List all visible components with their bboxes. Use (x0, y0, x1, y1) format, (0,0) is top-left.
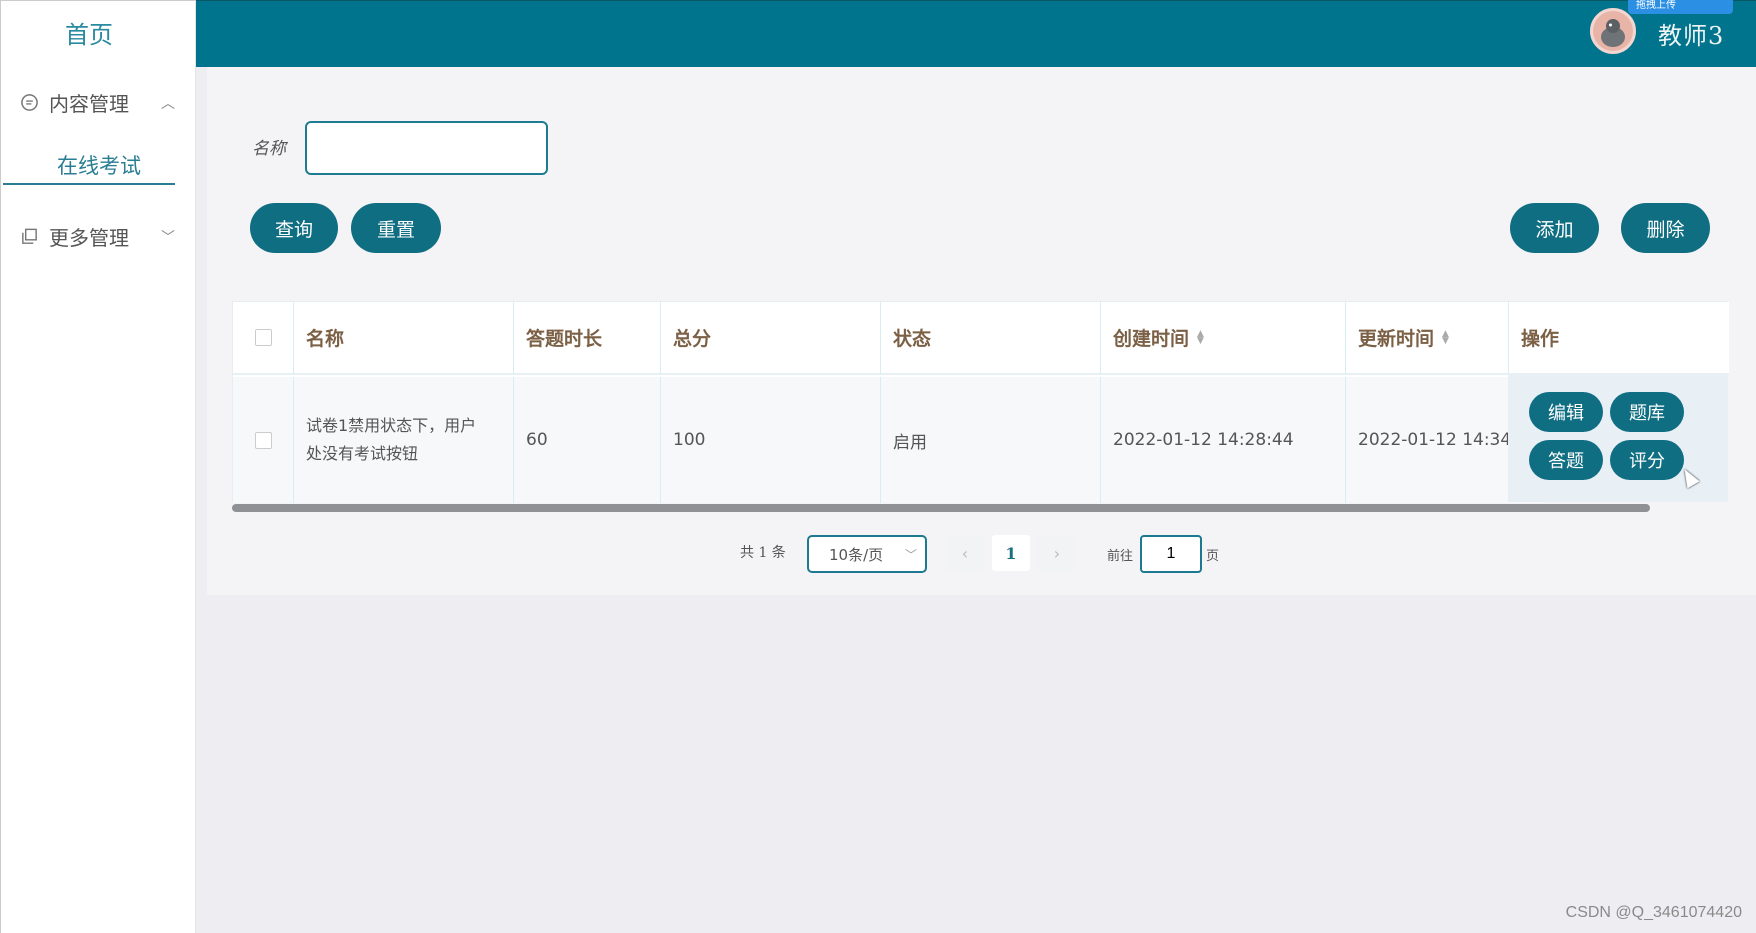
username[interactable]: 教师3 (1658, 16, 1724, 51)
edit-button[interactable]: 编辑 (1529, 392, 1603, 432)
upload-tag[interactable]: 拖拽上传 (1628, 0, 1733, 14)
top-header (196, 0, 1756, 67)
table-cell-name: 试卷1禁用状态下，用户 处没有考试按钮 (294, 377, 514, 503)
goto-label: 前往 (1107, 549, 1134, 564)
name-line-2: 处没有考试按钮 (306, 444, 419, 463)
prev-page-button[interactable]: ‹ (946, 535, 984, 571)
menu-more-management[interactable]: 更多管理 ﹀ (19, 221, 179, 251)
question-bank-button[interactable]: 题库 (1610, 392, 1684, 432)
column-header-label: 创建时间 (1113, 328, 1190, 350)
column-header-duration: 答题时长 (514, 302, 661, 375)
select-all-cell (233, 302, 294, 375)
name-search-input[interactable] (305, 121, 548, 175)
sidebar: 首页 内容管理 ︿ 在线考试 更多管理 ﹀ (0, 0, 196, 933)
sort-icon[interactable]: ▲ ▼ (1197, 329, 1204, 345)
column-header-label: 更新时间 (1358, 328, 1435, 350)
next-page-button[interactable]: › (1038, 535, 1076, 571)
avatar[interactable] (1590, 8, 1636, 54)
sort-icon[interactable]: ▲ ▼ (1442, 329, 1449, 345)
menu-label: 更多管理 (49, 225, 129, 250)
reset-button[interactable]: 重置 (351, 203, 441, 253)
column-header-created[interactable]: 创建时间 ▲ ▼ (1101, 302, 1346, 375)
exam-table: 名称 答题时长 总分 状态 创建时间 ▲ ▼ 更新时间 ▲ ▼ 操作 试卷1禁用状态… (232, 301, 1729, 503)
query-button[interactable]: 查询 (250, 203, 338, 253)
submenu-online-exam[interactable]: 在线考试 (3, 149, 175, 185)
search-label: 名称 (252, 139, 286, 159)
horizontal-scrollbar[interactable] (232, 504, 1650, 512)
select-all-checkbox[interactable] (254, 329, 272, 346)
goto-page-input[interactable] (1140, 535, 1202, 573)
add-button[interactable]: 添加 (1510, 203, 1599, 253)
table-cell-duration: 60 (514, 377, 661, 503)
chevron-up-icon: ︿ (161, 96, 175, 112)
grade-button[interactable]: 评分 (1610, 440, 1684, 480)
menu-content-management[interactable]: 内容管理 ︿ (19, 87, 179, 117)
column-header-actions: 操作 (1509, 302, 1729, 375)
name-line-1: 试卷1禁用状态下，用户 (306, 416, 477, 435)
row-select-cell (233, 377, 294, 503)
copy-icon (19, 226, 39, 246)
page-suffix: 页 (1206, 549, 1220, 564)
table-cell-status: 启用 (881, 377, 1101, 503)
table-cell-created: 2022-01-12 14:28:44 (1101, 377, 1346, 503)
page-size-select[interactable]: 10条/页 ﹀ (807, 535, 927, 573)
table-cell-total-score: 100 (661, 377, 881, 503)
column-header-total-score: 总分 (661, 302, 881, 375)
answer-button[interactable]: 答题 (1529, 440, 1603, 480)
pagination-total: 共 1 条 (740, 545, 786, 561)
page-size-value: 10条/页 (829, 545, 884, 564)
chat-bubble-icon (19, 92, 39, 112)
chevron-down-icon: ﹀ (161, 230, 175, 246)
row-checkbox[interactable] (254, 431, 272, 449)
menu-label: 内容管理 (49, 91, 129, 116)
column-header-name: 名称 (294, 302, 514, 375)
delete-button[interactable]: 删除 (1621, 203, 1710, 253)
home-link[interactable]: 首页 (1, 15, 177, 50)
page-number-current[interactable]: 1 (992, 535, 1030, 571)
watermark: CSDN @Q_3461074420 (1565, 904, 1742, 921)
column-header-status: 状态 (881, 302, 1101, 375)
chevron-down-icon: ﹀ (904, 548, 917, 562)
column-header-updated[interactable]: 更新时间 ▲ ▼ (1346, 302, 1509, 375)
